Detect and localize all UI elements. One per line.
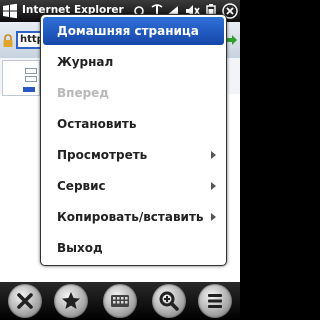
menu-icon [208, 294, 222, 308]
menu-item-history[interactable]: Журнал [43, 48, 224, 76]
lock-icon [3, 34, 13, 47]
zoom-icon [159, 291, 179, 311]
menu-button[interactable] [198, 284, 232, 318]
menu-item-label: Остановить [57, 117, 137, 131]
login-form-thumbnail [2, 60, 40, 96]
menu-item-label: Копировать/вставить [57, 210, 204, 224]
star-icon [62, 292, 80, 309]
windows-start-icon[interactable] [2, 3, 18, 19]
menu-item-forward: Вперед [43, 79, 224, 107]
menu-item-exit[interactable]: Выход [43, 234, 224, 262]
menu-item-home[interactable]: Домашняя страница [43, 17, 224, 45]
submenu-arrow-icon [211, 151, 216, 159]
menu-item-label: Вперед [57, 86, 109, 100]
keyboard-button[interactable] [103, 284, 137, 318]
submenu-arrow-icon [211, 213, 216, 221]
menu-item-label: Выход [57, 241, 103, 255]
menu-item-label: Домашняя страница [57, 24, 199, 38]
submenu-arrow-icon [211, 182, 216, 190]
menu-item-label: Журнал [57, 55, 114, 69]
favorites-button[interactable] [54, 284, 88, 318]
context-menu: Домашняя страница Журнал Вперед Останови… [40, 14, 227, 266]
menu-item-tools[interactable]: Сервис [43, 172, 224, 200]
keyboard-icon [111, 295, 129, 307]
menu-item-stop[interactable]: Остановить [43, 110, 224, 138]
menu-item-copy-paste[interactable]: Копировать/вставить [43, 203, 224, 231]
menu-item-label: Сервис [57, 179, 106, 193]
menu-item-view[interactable]: Просмотреть [43, 141, 224, 169]
close-button[interactable] [8, 284, 42, 318]
bottom-toolbar [0, 282, 240, 320]
go-arrow-icon[interactable] [226, 34, 238, 46]
zoom-button[interactable] [152, 284, 186, 318]
mini-field [25, 76, 37, 82]
mini-button [23, 87, 35, 92]
mini-field [25, 68, 37, 74]
menu-item-label: Просмотреть [57, 148, 148, 162]
close-icon [17, 293, 33, 309]
